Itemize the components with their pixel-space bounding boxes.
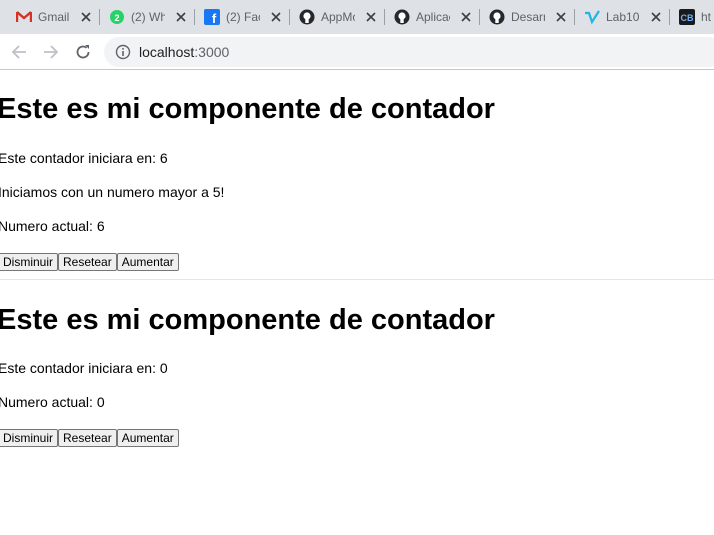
info-icon[interactable]	[115, 44, 131, 60]
section-divider	[0, 279, 714, 280]
svg-text:CB: CB	[681, 13, 694, 23]
close-icon[interactable]	[78, 9, 94, 25]
message-text: Iniciamos con un numero mayor a 5!	[0, 184, 225, 200]
tab-github-aplicacion[interactable]: Aplicacion	[386, 0, 480, 34]
github-icon	[489, 9, 505, 25]
decrease-button[interactable]: Disminuir	[0, 429, 59, 447]
url-host: localhost	[139, 44, 195, 60]
tab-separator	[194, 9, 195, 25]
tab-separator	[479, 9, 480, 25]
vimeo-icon	[584, 9, 600, 25]
close-icon[interactable]	[458, 9, 474, 25]
tab-whatsapp[interactable]: 2 (2) WhatsApp	[101, 0, 195, 34]
decrease-button[interactable]: Disminuir	[0, 253, 59, 271]
counter-heading: Este es mi componente de contador	[0, 304, 495, 336]
tab-strip: Gmail 2 (2) WhatsApp f (2) Facebook AppM…	[0, 0, 714, 34]
close-icon[interactable]	[648, 9, 664, 25]
whatsapp-icon: 2	[109, 9, 125, 25]
reset-button[interactable]: Resetear	[58, 429, 117, 447]
browser-toolbar: localhost:3000	[0, 34, 714, 70]
site-icon: CB	[679, 9, 695, 25]
current-value-text: Numero actual: 6	[0, 218, 105, 234]
tab-lab10[interactable]: Lab10	[576, 0, 670, 34]
gmail-icon	[16, 9, 32, 25]
increase-button[interactable]: Aumentar	[116, 253, 179, 271]
svg-text:2: 2	[114, 13, 119, 23]
tab-partial[interactable]: CB ht	[671, 0, 714, 34]
tab-facebook[interactable]: f (2) Facebook	[196, 0, 290, 34]
tab-separator	[384, 9, 385, 25]
counter-buttons: Disminuir Resetear Aumentar	[0, 429, 179, 447]
current-value-text: Numero actual: 0	[0, 394, 105, 410]
svg-text:f: f	[212, 11, 217, 25]
start-value-text: Este contador iniciara en: 6	[0, 150, 168, 166]
counter-heading: Este es mi componente de contador	[0, 93, 495, 125]
reload-icon[interactable]	[73, 42, 93, 62]
tab-separator	[99, 9, 100, 25]
tab-separator	[669, 9, 670, 25]
tab-separator	[574, 9, 575, 25]
start-value-text: Este contador iniciara en: 0	[0, 360, 168, 376]
reset-button[interactable]: Resetear	[58, 253, 117, 271]
close-icon[interactable]	[553, 9, 569, 25]
close-icon[interactable]	[173, 9, 189, 25]
close-icon[interactable]	[363, 9, 379, 25]
counter-buttons: Disminuir Resetear Aumentar	[0, 253, 179, 271]
facebook-icon: f	[204, 9, 220, 25]
increase-button[interactable]: Aumentar	[116, 429, 179, 447]
tab-separator	[289, 9, 290, 25]
close-icon[interactable]	[268, 9, 284, 25]
github-icon	[299, 9, 315, 25]
tab-github-appmovil[interactable]: AppMovil	[291, 0, 385, 34]
back-arrow-icon[interactable]	[9, 42, 29, 62]
address-bar[interactable]: localhost:3000	[104, 37, 714, 67]
tab-github-desarrollo[interactable]: Desarrollo	[481, 0, 575, 34]
github-icon	[394, 9, 410, 25]
url-text[interactable]: localhost:3000	[139, 44, 229, 60]
url-port: :3000	[194, 44, 230, 60]
tab-gmail[interactable]: Gmail	[8, 0, 100, 34]
forward-arrow-icon[interactable]	[41, 42, 61, 62]
